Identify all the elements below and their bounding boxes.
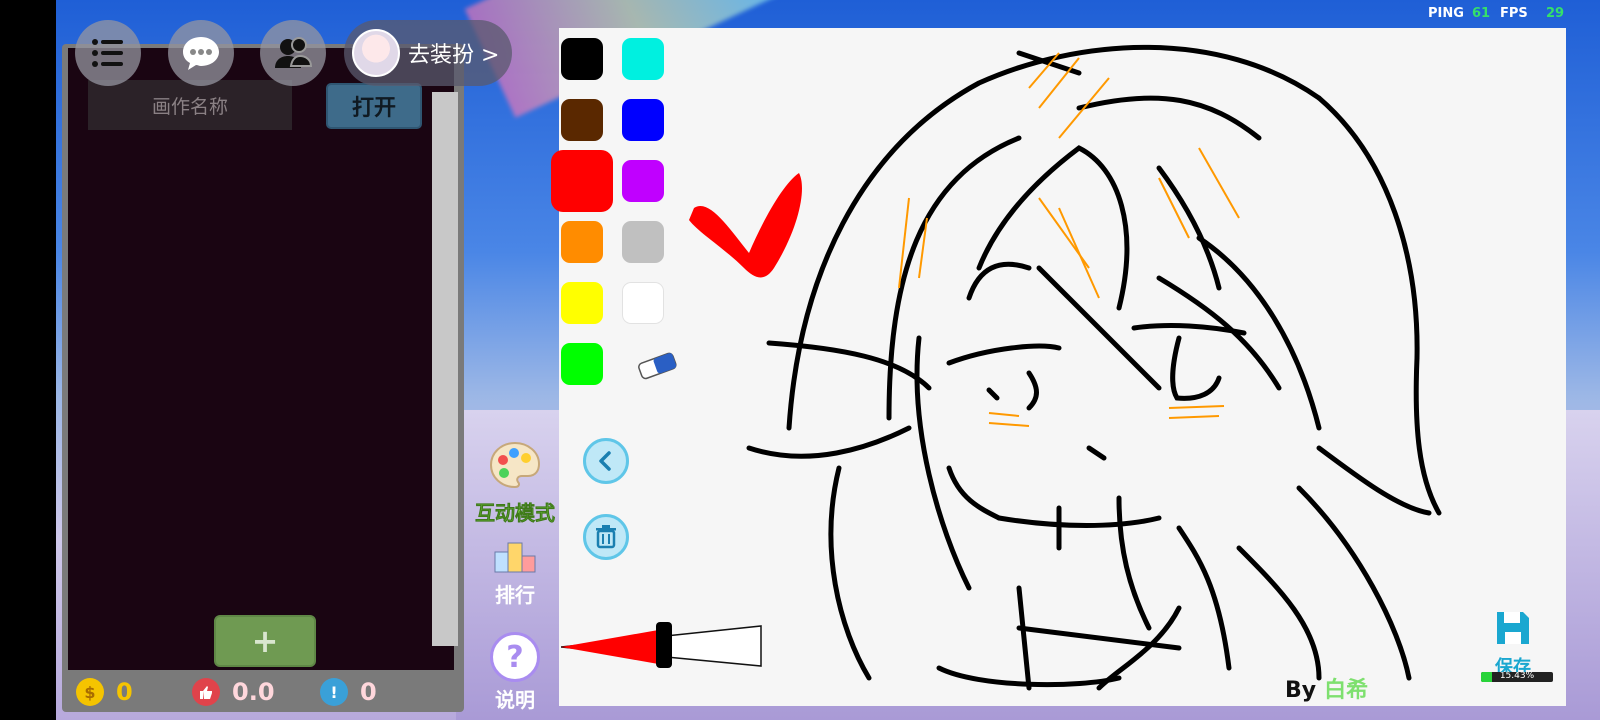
exclamation-icon: !: [320, 678, 348, 706]
menu-button[interactable]: [75, 20, 141, 86]
drawing-name-input[interactable]: 画作名称: [88, 80, 292, 130]
add-drawing-button[interactable]: +: [214, 615, 316, 667]
fps-value: 29: [1546, 6, 1565, 21]
rank-button[interactable]: 排行: [470, 540, 560, 608]
avatar: [352, 29, 400, 77]
likes-stat: 0.0: [192, 678, 275, 706]
drawing-canvas[interactable]: By 白希 保存 15.43%: [551, 28, 1566, 706]
save-button[interactable]: 保存: [1483, 608, 1543, 679]
reports-stat: ! 0: [320, 678, 377, 706]
podium-icon: [494, 542, 536, 573]
chat-button[interactable]: [168, 20, 234, 86]
chat-bubble-icon: [183, 37, 219, 70]
drawing-list[interactable]: 画作名称 打开 +: [68, 48, 458, 670]
coins-value: 0: [116, 678, 133, 706]
thumbs-up-icon: [192, 678, 220, 706]
author-name: 白希: [1324, 678, 1369, 703]
help-label: 说明: [495, 688, 535, 712]
rank-label: 排行: [495, 583, 535, 607]
by-label: By: [1285, 678, 1317, 703]
coins-stat: $ 0: [76, 678, 133, 706]
ping-value: 61: [1472, 6, 1491, 21]
interactive-mode-label: 互动模式: [475, 501, 556, 526]
reports-value: 0: [360, 678, 377, 706]
scrollbar[interactable]: [432, 92, 458, 646]
drawing-list-panel: 画作名称 打开 + $ 0 0.0 ! 0: [62, 44, 464, 712]
friends-icon: [275, 37, 313, 68]
list-icon: [92, 39, 123, 67]
artwork: [689, 44, 1442, 691]
palette-icon: [489, 441, 541, 489]
floppy-disk-icon: [1497, 612, 1529, 644]
stats-bar: $ 0 0.0 ! 0: [62, 672, 464, 712]
interactive-mode-button[interactable]: 互动模式: [470, 440, 560, 526]
help-button[interactable]: ? 说明: [470, 632, 560, 713]
fps-label: FPS: [1500, 6, 1528, 21]
likes-value: 0.0: [232, 678, 275, 706]
save-progress-text: 15.43%: [1499, 672, 1535, 681]
save-progress-bar: 15.43%: [1481, 672, 1553, 682]
open-button[interactable]: 打开: [326, 83, 422, 129]
question-icon: ?: [490, 632, 540, 682]
dress-up-button[interactable]: 去装扮 >: [344, 20, 512, 86]
ping-label: PING: [1428, 6, 1464, 21]
author-credit: By 白希: [1285, 672, 1368, 704]
friends-button[interactable]: [260, 20, 326, 86]
coin-icon: $: [76, 678, 104, 706]
dress-up-label: 去装扮 >: [408, 43, 500, 68]
